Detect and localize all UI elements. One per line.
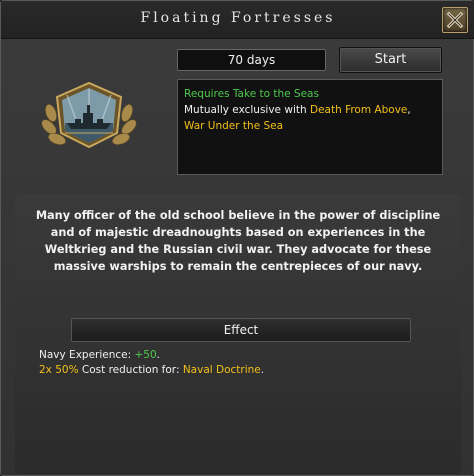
focus-window: Floating Fortresses 70 days Start Requir…	[0, 0, 474, 476]
close-button[interactable]	[442, 7, 468, 33]
effect-label: Navy Experience:	[39, 349, 135, 361]
exclusive-focus-1[interactable]: Death From Above	[310, 104, 407, 116]
effect-end: .	[156, 349, 160, 361]
exclusive-separator: ,	[407, 104, 411, 116]
title-bar: Floating Fortresses	[1, 1, 474, 39]
effect-amount: 2x 50%	[39, 364, 79, 376]
effect-header: Effect	[71, 318, 411, 342]
requirements-panel: Requires Take to the Seas Mutually exclu…	[177, 79, 443, 175]
focus-duration: 70 days	[177, 49, 326, 71]
requires-text: Requires Take to the Seas	[184, 88, 319, 100]
exclusive-prefix: Mutually exclusive with	[184, 104, 310, 116]
effect-line-cost-reduction: 2x 50% Cost reduction for: Naval Doctrin…	[39, 363, 439, 378]
start-button[interactable]: Start	[339, 47, 442, 73]
effect-text: Cost reduction for:	[78, 364, 183, 376]
focus-description: Many officer of the old school believe i…	[35, 209, 441, 273]
window-title: Floating Fortresses	[140, 10, 336, 26]
battleship-focus-emblem-icon	[41, 81, 137, 149]
effect-target[interactable]: Naval Doctrine	[183, 364, 261, 376]
effect-end-2: .	[260, 364, 265, 376]
close-icon	[446, 11, 464, 29]
exclusive-line-2: War Under the Sea	[184, 118, 436, 134]
exclusive-focus-2[interactable]: War Under the Sea	[184, 120, 283, 132]
effect-line-navy-experience: Navy Experience: +50.	[39, 348, 439, 363]
effects-list: Navy Experience: +50. 2x 50% Cost reduct…	[39, 348, 439, 378]
exclusive-line-1: Mutually exclusive with Death From Above…	[184, 102, 436, 118]
effect-value: +50	[134, 349, 157, 361]
